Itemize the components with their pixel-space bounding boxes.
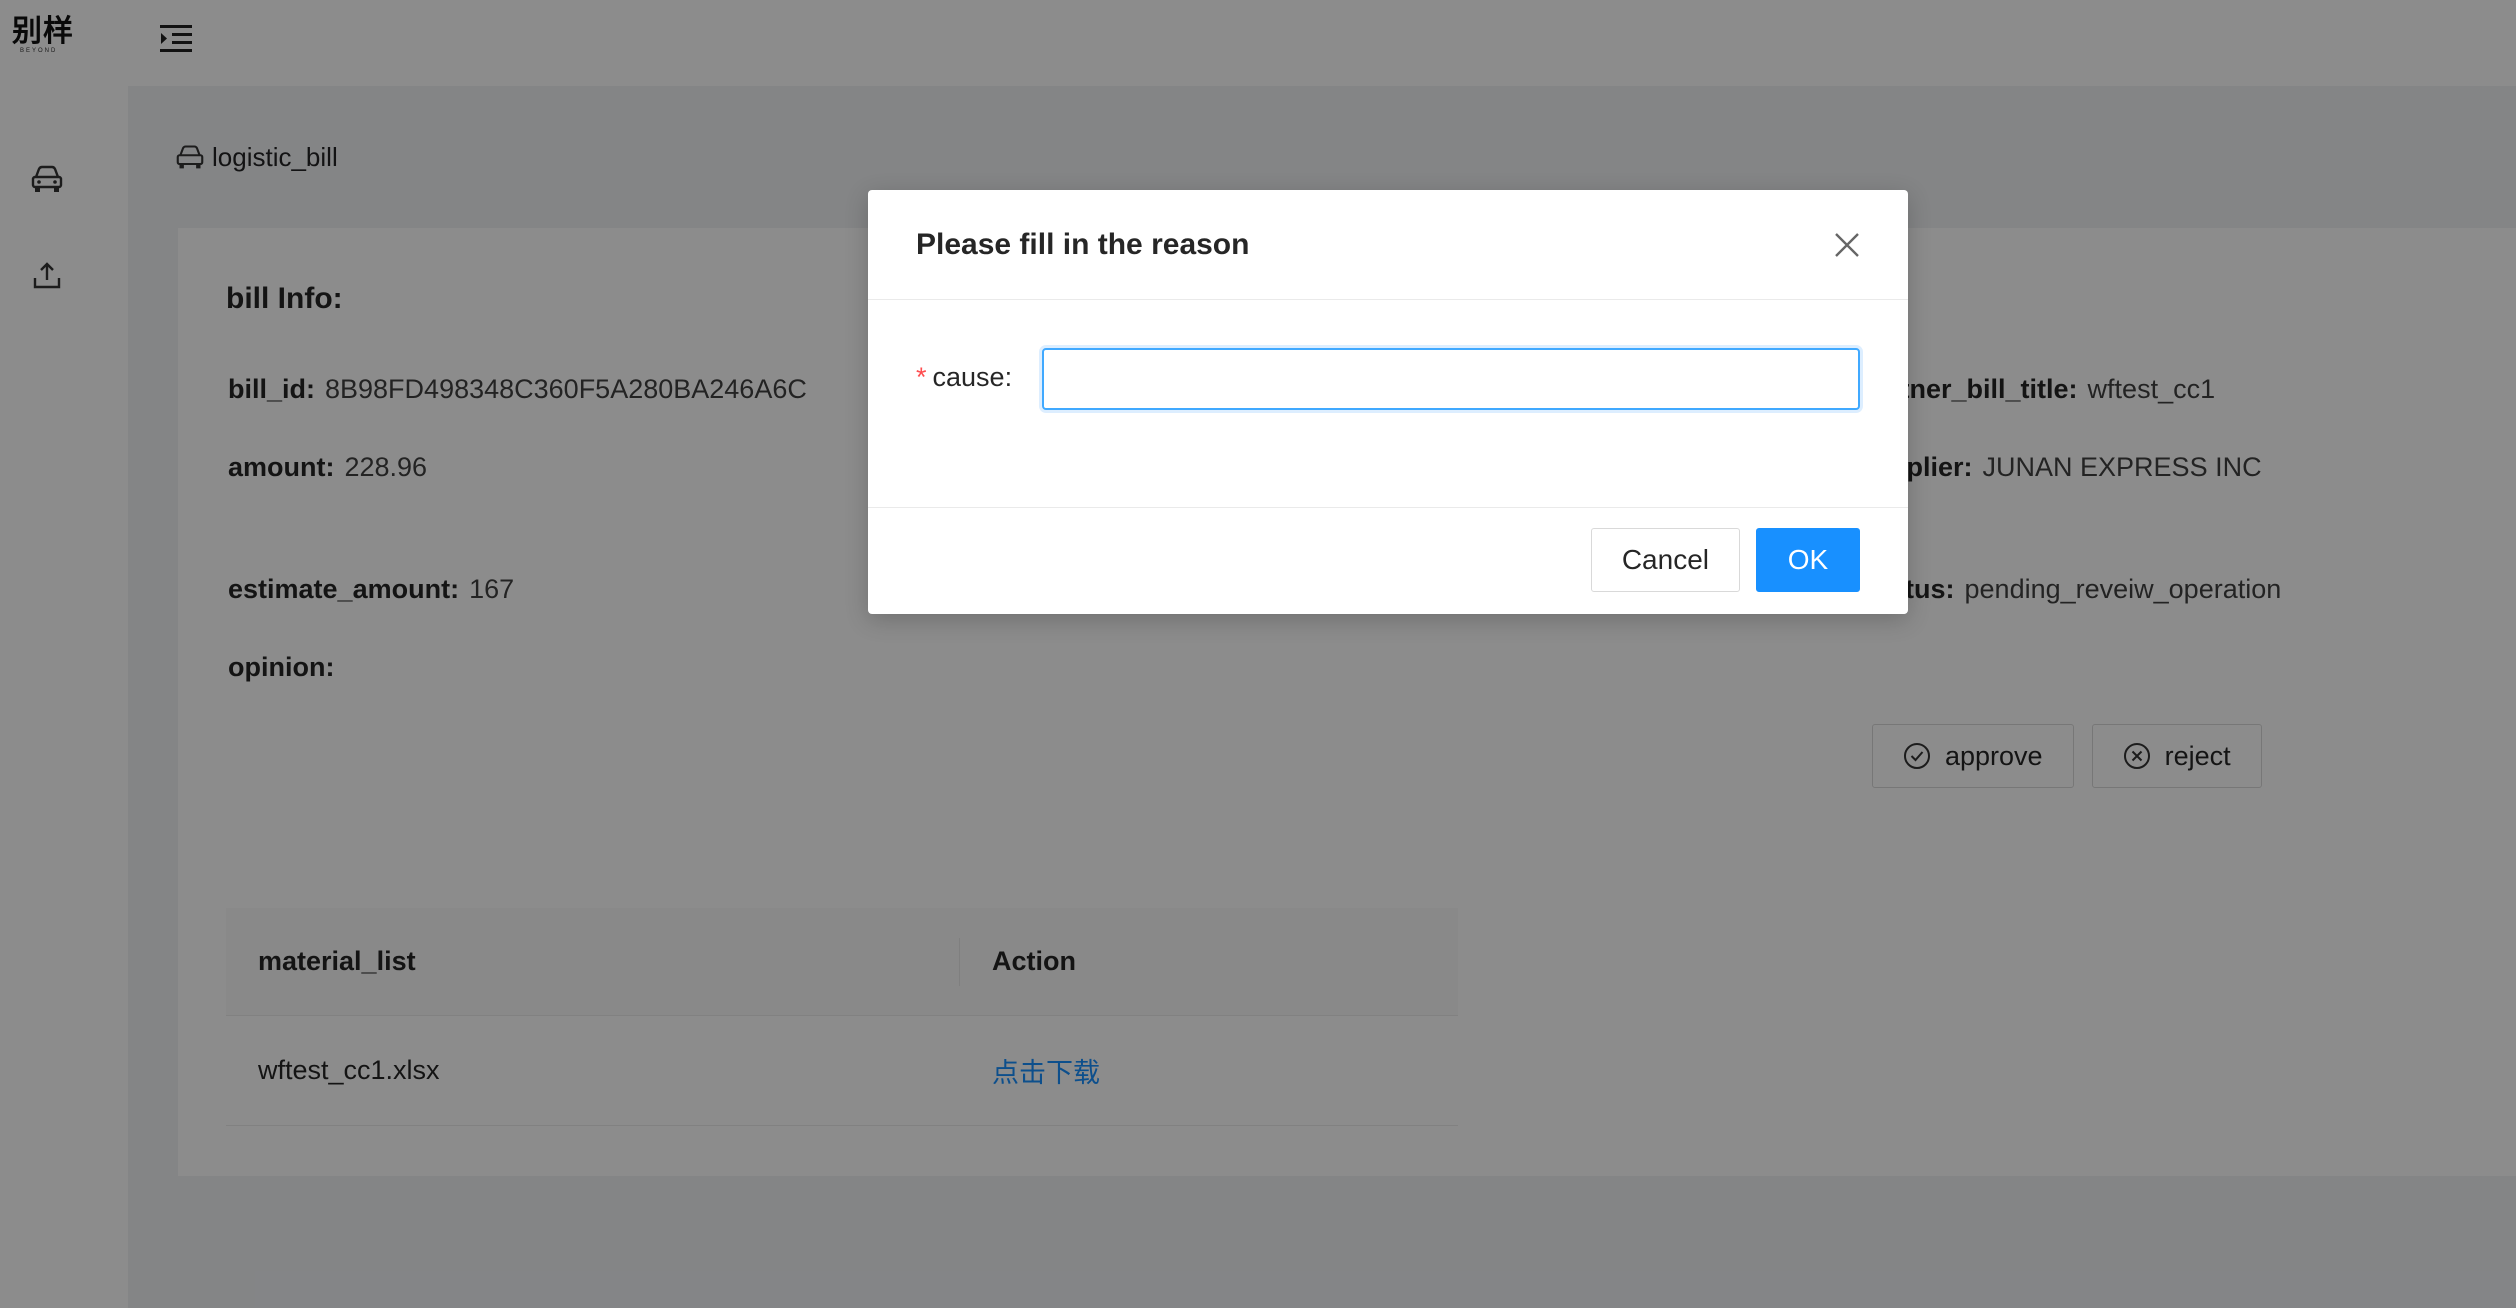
reason-modal: Please fill in the reason * cause: Cancel…	[868, 190, 1908, 614]
cause-input[interactable]	[1042, 348, 1860, 410]
modal-title: Please fill in the reason	[916, 227, 1250, 261]
modal-body: * cause:	[868, 300, 1908, 508]
cause-label-text: cause:	[932, 362, 1013, 392]
modal-footer: Cancel OK	[868, 508, 1908, 612]
cause-label: * cause:	[916, 362, 1012, 393]
cancel-button[interactable]: Cancel	[1590, 528, 1740, 592]
close-icon[interactable]	[1826, 224, 1868, 266]
modal-header: Please fill in the reason	[868, 190, 1908, 300]
required-mark: *	[916, 362, 927, 392]
ok-button[interactable]: OK	[1756, 528, 1860, 592]
